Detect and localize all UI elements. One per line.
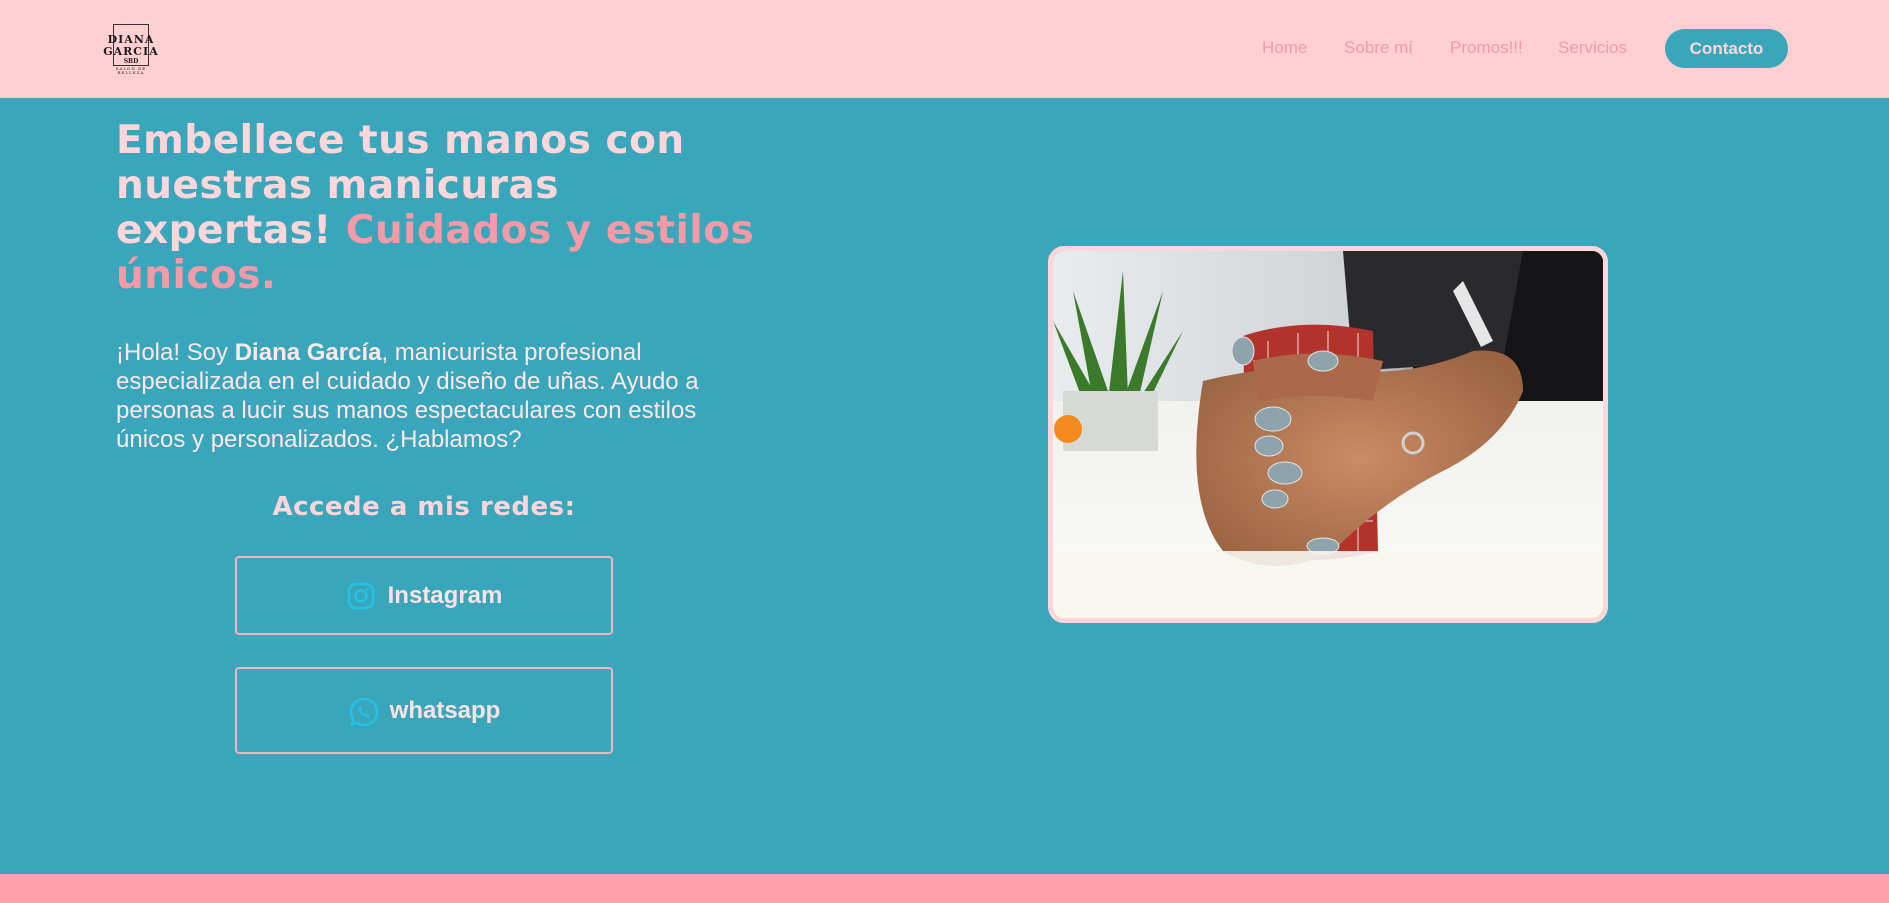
whatsapp-button[interactable]: whatsapp — [235, 667, 613, 754]
whatsapp-label: whatsapp — [389, 696, 501, 724]
social-title: Accede a mis redes: — [272, 492, 576, 522]
hero-headline: Embellece tus manos con nuestras manicur… — [116, 118, 766, 298]
logo-line-2: GARCIA — [103, 45, 159, 58]
instagram-button[interactable]: Instagram — [235, 556, 613, 635]
nav-home-link[interactable]: Home — [1262, 38, 1307, 58]
contact-button[interactable]: Contacto — [1665, 29, 1788, 68]
intro-paragraph: ¡Hola! Soy Diana García, manicurista pro… — [116, 338, 756, 454]
brand-logo[interactable]: DIANA GARCIA SBD SALON DE BELLEZA — [102, 22, 160, 75]
instagram-label: Instagram — [387, 581, 503, 609]
nav-about-link[interactable]: Sobre mí — [1344, 38, 1413, 58]
whatsapp-icon — [348, 696, 378, 726]
nav-promos-link[interactable]: Promos!!! — [1450, 38, 1523, 58]
manicured-hands-illustration — [1053, 251, 1603, 618]
instagram-icon — [346, 581, 376, 611]
logo-line-4: SALON DE BELLEZA — [115, 66, 147, 75]
footer-band — [0, 874, 1889, 903]
logo-line-3: SBD — [123, 58, 139, 65]
logo-line-1: DIANA — [107, 33, 155, 46]
intro-name: Diana García — [234, 339, 382, 366]
intro-text-start: ¡Hola! Soy — [116, 339, 235, 366]
site-header: DIANA GARCIA SBD SALON DE BELLEZA Home S… — [0, 0, 1889, 98]
hero-photo — [1048, 246, 1608, 623]
nav-services-link[interactable]: Servicios — [1558, 38, 1627, 58]
